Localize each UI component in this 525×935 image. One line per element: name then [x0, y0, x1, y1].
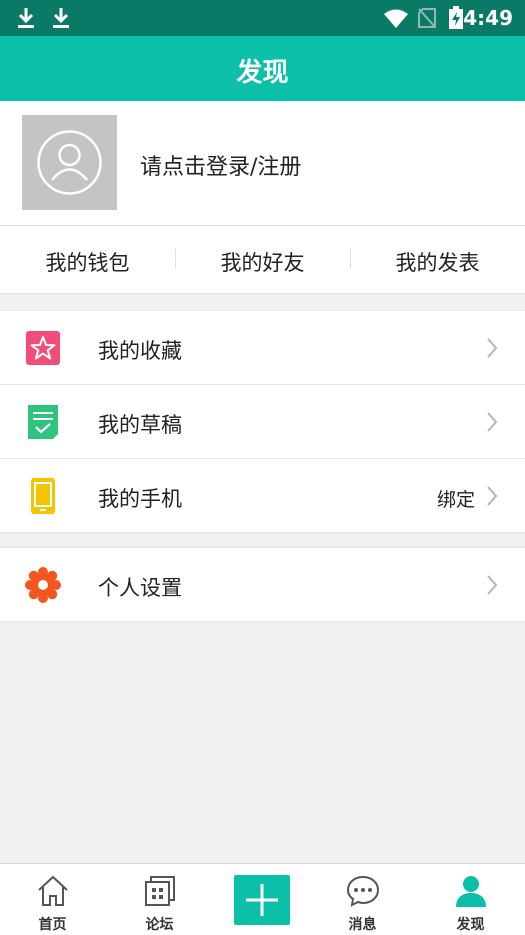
settings-item[interactable]: 个人设置	[0, 548, 525, 622]
message-icon	[346, 875, 380, 907]
nav-home[interactable]: 首页	[0, 864, 105, 935]
menu-group: 个人设置	[0, 547, 525, 622]
profile-login-row[interactable]: 请点击登录/注册	[0, 101, 525, 226]
user-avatar-icon	[37, 130, 102, 195]
discover-icon	[456, 876, 486, 907]
favorites-item[interactable]: 我的收藏	[0, 311, 525, 385]
drafts-label: 我的草稿	[98, 413, 182, 437]
chevron-right-icon	[487, 338, 498, 358]
nav-discover-label: 发现	[456, 917, 485, 933]
friends-link[interactable]: 我的好友	[175, 247, 350, 277]
chevron-right-icon	[487, 486, 498, 506]
wallet-link[interactable]: 我的钱包	[0, 247, 175, 277]
page-title: 发现	[236, 58, 289, 88]
plus-icon	[246, 884, 278, 916]
nav-messages-label: 消息	[348, 917, 377, 933]
bottom-nav: 首页 论坛 消息 发现	[0, 863, 525, 935]
nav-discover[interactable]: 发现	[418, 864, 523, 935]
phone-icon	[31, 478, 55, 514]
favorites-label: 我的收藏	[98, 339, 182, 363]
status-time: 4:49	[463, 6, 513, 30]
nav-forum[interactable]: 论坛	[107, 864, 212, 935]
settings-label: 个人设置	[98, 576, 182, 600]
status-bar: 4:49	[0, 0, 525, 36]
bind-status: 绑定	[436, 489, 475, 511]
home-icon	[38, 875, 68, 906]
draft-icon	[28, 405, 58, 439]
quick-links: 我的钱包 我的好友 我的发表	[0, 226, 525, 294]
nav-messages[interactable]: 消息	[310, 864, 415, 935]
download-icon	[53, 8, 69, 28]
drafts-item[interactable]: 我的草稿	[0, 385, 525, 459]
gear-icon	[25, 567, 61, 603]
nav-home-label: 首页	[38, 917, 67, 933]
chevron-right-icon	[487, 575, 498, 595]
download-icon	[18, 8, 34, 28]
star-icon	[26, 331, 60, 365]
forum-icon	[145, 876, 175, 906]
chevron-right-icon	[487, 412, 498, 432]
wifi-icon	[384, 9, 408, 28]
phone-item[interactable]: 我的手机 绑定	[0, 459, 525, 533]
nav-forum-label: 论坛	[145, 917, 174, 933]
no-sim-icon	[418, 8, 436, 28]
posts-link[interactable]: 我的发表	[350, 247, 525, 277]
app-header: 发现	[0, 36, 525, 101]
battery-charging-icon	[449, 6, 463, 29]
login-register-link[interactable]: 请点击登录/注册	[140, 149, 301, 181]
phone-label: 我的手机	[98, 487, 182, 511]
avatar[interactable]	[22, 115, 117, 210]
post-button[interactable]	[234, 875, 290, 925]
menu-group: 我的收藏 我的草稿 我的手机 绑定	[0, 310, 525, 533]
